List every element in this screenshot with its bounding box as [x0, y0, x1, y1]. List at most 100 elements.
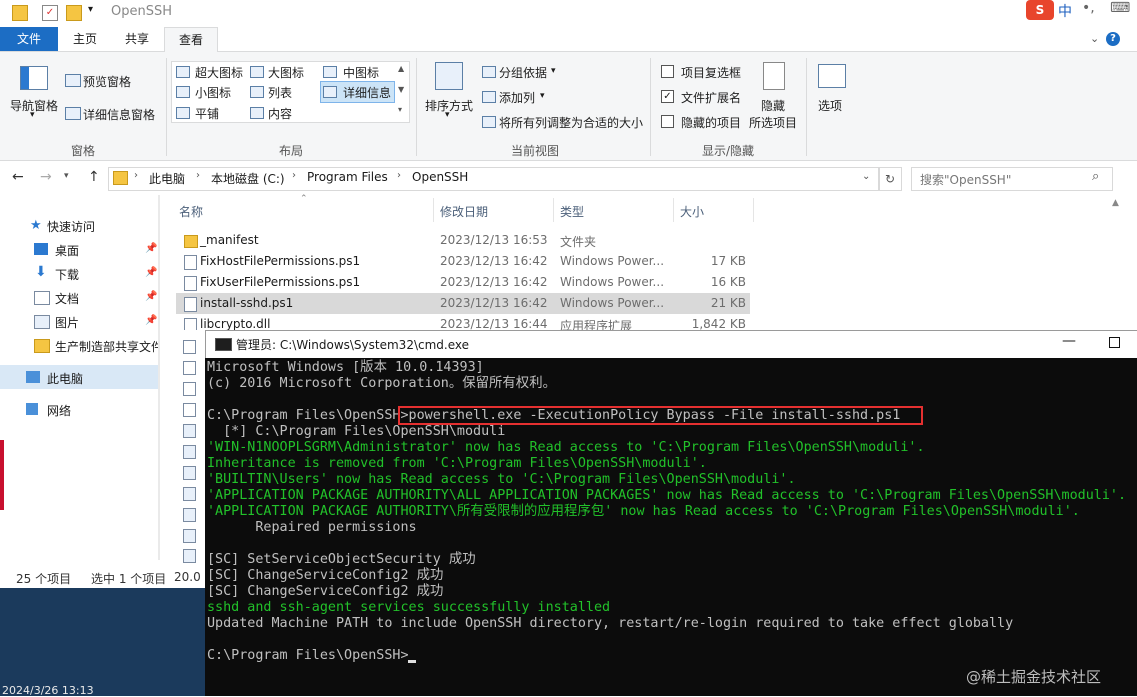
column-separator[interactable]: [553, 198, 554, 222]
column-type[interactable]: 类型: [560, 203, 584, 220]
column-separator[interactable]: [433, 198, 434, 222]
nav-quick-access[interactable]: 快速访问: [47, 218, 95, 235]
cmd-line: [SC] ChangeServiceConfig2 成功: [207, 568, 444, 583]
cmd-line: sshd and ssh-agent services successfully…: [207, 600, 611, 615]
address-dropdown-icon[interactable]: ⌄: [862, 171, 870, 182]
pin-icon: 📌: [145, 267, 158, 278]
breadcrumb-program-files[interactable]: Program Files: [307, 170, 388, 184]
table-row[interactable]: FixHostFilePermissions.ps1 2023/12/13 16…: [176, 251, 750, 272]
small-icons-icon: [176, 86, 190, 98]
hide-selected-button[interactable]: 隐藏: [761, 97, 785, 114]
file-size: 1,842 KB: [691, 317, 746, 330]
powershell-file-icon: [184, 297, 197, 312]
options-button[interactable]: 选项: [818, 97, 842, 114]
ime-punct-icon[interactable]: •,: [1082, 0, 1095, 16]
refresh-icon[interactable]: ↻: [878, 167, 902, 191]
table-row-selected[interactable]: install-sshd.ps1 2023/12/13 16:42 Window…: [176, 293, 750, 314]
group-by-button[interactable]: 分组依据: [499, 64, 547, 81]
nav-shared-folder[interactable]: 生产制造部共享文件: [55, 338, 159, 355]
cmd-icon: [215, 338, 232, 351]
tab-view[interactable]: 查看: [164, 27, 218, 53]
nav-this-pc[interactable]: 此电脑: [47, 370, 83, 387]
file-size: 16 KB: [710, 275, 746, 289]
file-name: FixUserFilePermissions.ps1: [200, 275, 361, 289]
computer-icon: [26, 371, 40, 383]
file-icon: [183, 445, 196, 459]
item-checkboxes-checkbox[interactable]: [661, 65, 674, 78]
add-column-button[interactable]: 添加列: [499, 89, 535, 106]
column-separator[interactable]: [673, 198, 674, 222]
download-icon: ⬇: [35, 264, 47, 280]
tab-share[interactable]: 共享: [112, 27, 162, 51]
gallery-expand-icon[interactable]: ▾: [398, 105, 402, 114]
cmd-line: 'BUILTIN\Users' now has Read access to '…: [207, 472, 796, 487]
file-icon: [183, 424, 196, 438]
properties-icon[interactable]: ✓: [42, 5, 58, 21]
minimize-icon[interactable]: —: [1062, 333, 1076, 349]
column-name[interactable]: 名称: [179, 203, 203, 220]
scroll-up-icon[interactable]: ▲: [1112, 198, 1119, 208]
breadcrumb-sep-icon: ›: [397, 170, 401, 181]
search-input-placeholder[interactable]: 搜索"OpenSSH": [920, 171, 1011, 188]
customize-quick-access-icon[interactable]: ▾: [88, 4, 93, 15]
back-arrow-icon[interactable]: ←: [12, 169, 24, 185]
file-modified: 2023/12/13 16:42: [440, 254, 548, 268]
layout-medium-icons[interactable]: 中图标: [343, 64, 379, 81]
nav-documents[interactable]: 文档: [55, 290, 79, 307]
layout-content[interactable]: 内容: [268, 105, 292, 122]
table-row[interactable]: libcrypto.dll 2023/12/13 16:44 应用程序扩展 1,…: [176, 314, 750, 330]
group-by-icon: [482, 66, 496, 78]
layout-details[interactable]: 详细信息: [343, 84, 391, 101]
file-icon: [183, 403, 196, 417]
file-modified: 2023/12/13 16:44: [440, 317, 548, 330]
file-icon: [183, 361, 196, 375]
cmd-title-bar[interactable]: 管理员: C:\Windows\System32\cmd.exe —: [205, 330, 1137, 358]
fit-columns-button[interactable]: 将所有列调整为合适的大小: [499, 114, 643, 131]
desktop-background: [0, 588, 205, 696]
details-pane-button[interactable]: 详细信息窗格: [83, 106, 155, 123]
cmd-line: C:\Program Files\OpenSSH>: [207, 648, 409, 663]
forward-arrow-icon[interactable]: →: [40, 169, 52, 185]
minimize-ribbon-icon[interactable]: ⌄: [1090, 32, 1099, 45]
breadcrumb-local-disk[interactable]: 本地磁盘 (C:): [211, 170, 285, 187]
nav-desktop[interactable]: 桌面: [55, 242, 79, 259]
maximize-icon[interactable]: [1109, 337, 1120, 348]
window-title: OpenSSH: [111, 4, 173, 19]
up-arrow-icon[interactable]: ↑: [88, 169, 100, 185]
new-folder-icon[interactable]: [66, 5, 82, 21]
gallery-scroll-up-icon[interactable]: ▲: [398, 64, 404, 73]
layout-tiles[interactable]: 平铺: [195, 105, 219, 122]
folder-icon: [113, 171, 128, 185]
nav-splitter[interactable]: [158, 195, 160, 560]
column-size[interactable]: 大小: [680, 203, 704, 220]
breadcrumb-openssh[interactable]: OpenSSH: [412, 170, 468, 184]
layout-list[interactable]: 列表: [268, 84, 292, 101]
table-row[interactable]: FixUserFilePermissions.ps1 2023/12/13 16…: [176, 272, 750, 293]
column-separator[interactable]: [753, 198, 754, 222]
breadcrumb-this-pc[interactable]: 此电脑: [149, 170, 185, 187]
preview-pane-button[interactable]: 预览窗格: [83, 73, 131, 90]
breadcrumb-sep-icon: ›: [196, 170, 200, 181]
ribbon-separator: [806, 58, 807, 156]
recent-locations-icon[interactable]: ▾: [64, 171, 69, 181]
tab-file[interactable]: 文件: [0, 27, 58, 51]
nav-downloads[interactable]: 下载: [55, 266, 79, 283]
column-modified[interactable]: 修改日期: [440, 203, 488, 220]
help-icon[interactable]: ?: [1106, 32, 1120, 46]
tab-home[interactable]: 主页: [60, 27, 110, 51]
layout-extra-large-icons[interactable]: 超大图标: [195, 64, 243, 81]
ime-keyboard-icon[interactable]: ⌨: [1110, 0, 1130, 16]
nav-pictures[interactable]: 图片: [55, 314, 79, 331]
table-row[interactable]: _manifest 2023/12/13 16:53 文件夹: [176, 230, 750, 251]
tiles-icon: [176, 107, 190, 119]
add-column-icon: [482, 91, 496, 103]
file-extensions-checkbox[interactable]: ✓: [661, 90, 674, 103]
network-icon: [26, 403, 38, 415]
nav-network[interactable]: 网络: [47, 402, 71, 419]
ime-mode-icon[interactable]: 中: [1058, 1, 1072, 21]
layout-small-icons[interactable]: 小图标: [195, 84, 231, 101]
search-icon[interactable]: ⌕: [1092, 169, 1099, 184]
gallery-scroll-down-icon[interactable]: ▼: [398, 85, 404, 94]
hidden-items-checkbox[interactable]: [661, 115, 674, 128]
layout-large-icons[interactable]: 大图标: [268, 64, 304, 81]
